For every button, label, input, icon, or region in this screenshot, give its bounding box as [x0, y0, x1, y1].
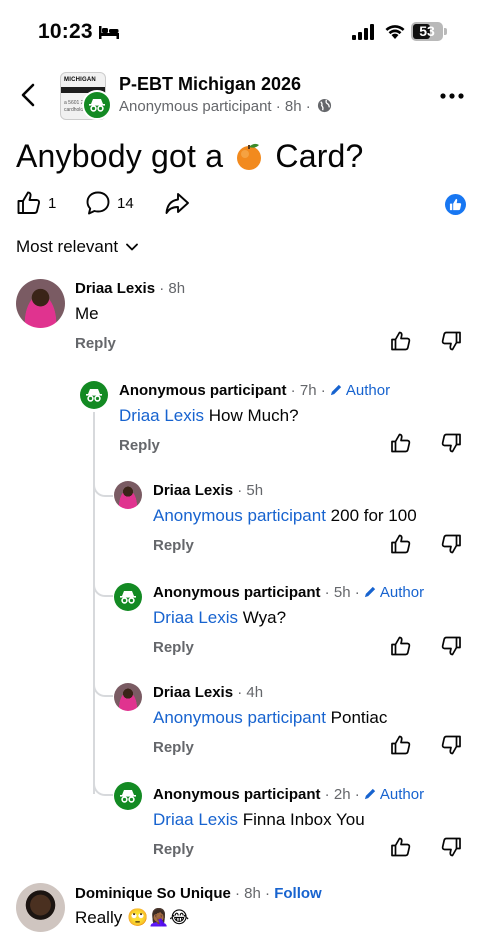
comment-author[interactable]: Anonymous participant · 7h · Author — [119, 382, 390, 399]
upvote-icon[interactable] — [390, 432, 412, 459]
mention-link[interactable]: Anonymous participant — [153, 708, 326, 727]
sleep-focus-icon — [99, 26, 119, 39]
avatar[interactable] — [114, 583, 142, 611]
upvote-icon[interactable] — [390, 635, 412, 662]
comment-author[interactable]: Driaa Lexis · 8h — [75, 280, 185, 297]
like-button[interactable]: 1 — [16, 190, 56, 216]
avatar[interactable] — [16, 883, 65, 932]
upvote-icon[interactable] — [390, 734, 412, 761]
upvote-icon[interactable] — [390, 533, 412, 560]
comment-text: Anonymous participant 200 for 100 — [153, 506, 417, 525]
share-icon[interactable] — [164, 191, 190, 217]
group-avatar-card-number: a 5601 2 — [64, 100, 84, 106]
reply-button[interactable]: Reply — [119, 437, 160, 454]
post-header: MICHIGAN a 5601 2 cardholder P-EBT Michi… — [0, 66, 480, 126]
post-subtitle: Anonymous participant · 8h · — [119, 98, 332, 115]
group-name[interactable]: P-EBT Michigan 2026 — [119, 74, 301, 95]
avatar[interactable] — [114, 683, 142, 711]
reply-connector — [93, 575, 113, 597]
comment-author[interactable]: Dominique So Unique · 8h · Follow — [75, 885, 322, 902]
like-reaction-icon[interactable] — [445, 194, 466, 215]
post-author-meta: Anonymous participant · 8h · — [119, 98, 311, 115]
thumbs-up-icon — [17, 191, 41, 214]
comment-text: Driaa Lexis How Much? — [119, 406, 299, 425]
downvote-icon[interactable] — [440, 836, 462, 863]
reply-button[interactable]: Reply — [153, 841, 194, 858]
author-badge: Author — [379, 584, 425, 601]
orange-emoji-icon — [237, 143, 262, 170]
reply-connector — [93, 675, 113, 697]
avatar[interactable] — [114, 481, 142, 509]
more-options-icon[interactable] — [440, 92, 464, 100]
avatar[interactable] — [114, 782, 142, 810]
status-bar: 10:23 53 — [0, 0, 480, 62]
reply-thread-line — [93, 412, 95, 794]
comment-text: Driaa Lexis Wya? — [153, 608, 287, 627]
reply-button[interactable]: Reply — [75, 335, 116, 352]
mention-link[interactable]: Driaa Lexis — [153, 810, 238, 829]
group-avatar-label: MICHIGAN — [64, 77, 96, 83]
chevron-down-icon — [126, 243, 138, 251]
downvote-icon[interactable] — [440, 533, 462, 560]
comment-author[interactable]: Anonymous participant · 5h · Author — [153, 584, 424, 601]
mention-link[interactable]: Anonymous participant — [153, 506, 326, 525]
comment-count: 14 — [117, 194, 134, 212]
comment-text: Anonymous participant Pontiac — [153, 708, 388, 727]
reply-button[interactable]: Reply — [153, 537, 194, 554]
comment-text: Driaa Lexis Finna Inbox You — [153, 810, 365, 829]
comment-icon — [86, 191, 110, 215]
anonymous-icon — [86, 389, 102, 402]
mention-link[interactable]: Driaa Lexis — [153, 608, 238, 627]
downvote-icon[interactable] — [440, 734, 462, 761]
post-action-bar: 1 14 — [0, 190, 480, 220]
post-title-text-start: Anybody got a — [16, 138, 224, 174]
downvote-icon[interactable] — [440, 635, 462, 662]
upvote-icon[interactable] — [390, 330, 412, 357]
comment-text: Me — [75, 304, 99, 323]
comment-author[interactable]: Driaa Lexis · 5h — [153, 482, 263, 499]
wifi-icon — [385, 25, 405, 39]
status-time: 10:23 — [38, 20, 93, 43]
comment-text: Really 🙄🤦🏾‍♀️😂 — [75, 908, 190, 927]
anonymous-icon — [120, 591, 136, 604]
pencil-icon — [330, 384, 342, 396]
avatar[interactable] — [80, 381, 108, 409]
reply-button[interactable]: Reply — [153, 639, 194, 656]
comment-sort-dropdown[interactable]: Most relevant — [16, 237, 138, 257]
reply-connector — [93, 475, 113, 497]
comment-button[interactable]: 14 — [85, 190, 134, 216]
reply-button[interactable]: Reply — [153, 739, 194, 756]
anonymous-icon — [120, 790, 136, 803]
upvote-icon[interactable] — [390, 836, 412, 863]
back-icon[interactable] — [18, 82, 40, 108]
comment-author[interactable]: Driaa Lexis · 4h — [153, 684, 263, 701]
pencil-icon — [364, 586, 376, 598]
like-count: 1 — [48, 194, 57, 212]
sort-label: Most relevant — [16, 237, 119, 256]
follow-button[interactable]: Follow — [274, 885, 322, 902]
author-badge: Author — [345, 382, 391, 399]
downvote-icon[interactable] — [440, 432, 462, 459]
cellular-signal-icon — [352, 24, 374, 40]
anonymous-participant-icon — [82, 90, 112, 120]
globe-icon — [317, 98, 331, 113]
battery-level: 53 — [419, 23, 435, 39]
avatar[interactable] — [16, 279, 65, 328]
post-title: Anybody got a Card? — [16, 138, 364, 175]
downvote-icon[interactable] — [440, 330, 462, 357]
author-badge: Author — [379, 786, 425, 803]
battery-icon: 53 — [411, 22, 447, 41]
reply-connector — [93, 774, 113, 796]
mention-link[interactable]: Driaa Lexis — [119, 406, 204, 425]
comment-author[interactable]: Anonymous participant · 2h · Author — [153, 786, 424, 803]
post-title-text-end: Card? — [275, 138, 364, 174]
pencil-icon — [364, 788, 376, 800]
